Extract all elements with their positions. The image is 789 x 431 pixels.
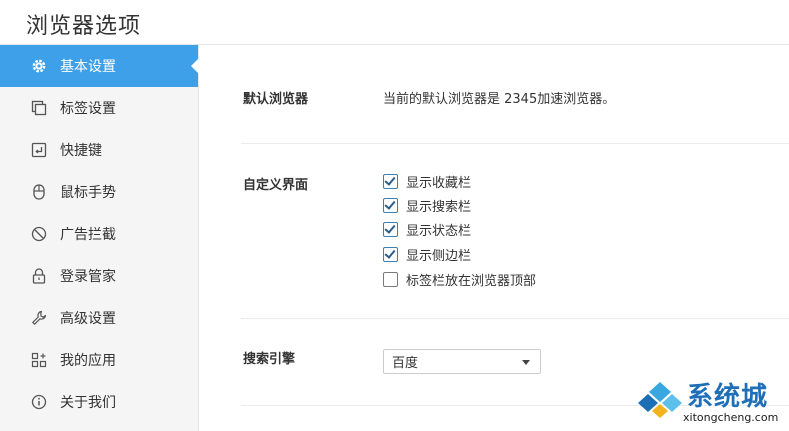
sidebar-item-ad-blocking[interactable]: 广告拦截 <box>0 213 198 255</box>
search-engine-select[interactable]: 百度 <box>383 349 541 374</box>
lock-icon <box>30 267 48 285</box>
default-browser-label: 默认浏览器 <box>243 92 309 107</box>
sidebar-item-label: 高级设置 <box>60 311 116 327</box>
custom-ui-section: 自定义界面 显示收藏栏 显示搜索栏 显示状态栏 显示侧边栏 标签栏放在浏览器顶部 <box>241 143 789 319</box>
info-icon <box>30 393 48 411</box>
checkbox-label: 显示搜索栏 <box>406 199 472 215</box>
title-bar: 浏览器选项 <box>0 0 789 45</box>
sidebar-item-label: 基本设置 <box>60 59 116 75</box>
checkbox-label: 标签栏放在浏览器顶部 <box>406 273 537 289</box>
show-favorites-bar-checkbox[interactable] <box>383 173 398 189</box>
sidebar-item-my-apps[interactable]: 我的应用 <box>0 339 198 381</box>
show-sidebar-checkbox[interactable] <box>383 246 398 262</box>
sidebar-item-about-us[interactable]: 关于我们 <box>0 381 198 423</box>
block-icon <box>30 225 48 243</box>
option-show-sidebar[interactable]: 显示侧边栏 <box>383 244 471 264</box>
window-title: 浏览器选项 <box>26 14 142 39</box>
watermark-logo-icon <box>637 380 683 420</box>
default-browser-status: 当前的默认浏览器是 2345加速浏览器。 <box>383 92 616 107</box>
watermark-brand: 系统城 <box>687 382 769 412</box>
apps-grid-icon <box>30 351 48 369</box>
tabs-icon <box>30 99 48 117</box>
sidebar-item-label: 我的应用 <box>60 353 116 369</box>
show-search-bar-checkbox[interactable] <box>383 197 398 213</box>
watermark-url: xitongcheng.com <box>683 411 779 424</box>
search-engine-label: 搜索引擎 <box>243 352 296 367</box>
checkbox-label: 显示状态栏 <box>406 223 472 239</box>
sidebar-item-label: 标签设置 <box>60 101 116 117</box>
custom-ui-label: 自定义界面 <box>243 178 309 193</box>
sidebar: 基本设置 标签设置 快捷键 鼠标手势 广告拦截 登录管家 高级设置 我的应用 关… <box>0 45 199 431</box>
sidebar-item-label: 登录管家 <box>60 269 116 285</box>
option-tabs-on-top[interactable]: 标签栏放在浏览器顶部 <box>383 269 536 289</box>
sidebar-item-label: 快捷键 <box>60 143 102 159</box>
chevron-down-icon <box>522 360 530 365</box>
sidebar-item-mouse-gestures[interactable]: 鼠标手势 <box>0 171 198 213</box>
sidebar-item-login-manager[interactable]: 登录管家 <box>0 255 198 297</box>
wrench-icon <box>30 309 48 327</box>
sidebar-item-label: 关于我们 <box>60 395 116 411</box>
sidebar-item-shortcuts[interactable]: 快捷键 <box>0 129 198 171</box>
tabs-on-top-checkbox[interactable] <box>383 271 398 287</box>
mouse-icon <box>30 183 48 201</box>
gear-icon <box>30 57 48 75</box>
sidebar-item-advanced-settings[interactable]: 高级设置 <box>0 297 198 339</box>
option-show-search-bar[interactable]: 显示搜索栏 <box>383 195 471 215</box>
shortcut-key-icon <box>30 141 48 159</box>
sidebar-item-tab-settings[interactable]: 标签设置 <box>0 87 198 129</box>
sidebar-item-basic-settings[interactable]: 基本设置 <box>0 45 199 87</box>
default-browser-section: 默认浏览器 当前的默认浏览器是 2345加速浏览器。 <box>241 45 789 144</box>
checkbox-label: 显示侧边栏 <box>406 248 472 264</box>
watermark: 系统城 xitongcheng.com <box>633 374 789 431</box>
sidebar-item-label: 广告拦截 <box>60 227 116 243</box>
option-show-favorites-bar[interactable]: 显示收藏栏 <box>383 171 471 191</box>
sidebar-item-label: 鼠标手势 <box>60 185 116 201</box>
search-engine-selected-value: 百度 <box>392 356 419 371</box>
option-show-status-bar[interactable]: 显示状态栏 <box>383 219 471 239</box>
checkbox-label: 显示收藏栏 <box>406 175 472 191</box>
show-status-bar-checkbox[interactable] <box>383 221 398 237</box>
